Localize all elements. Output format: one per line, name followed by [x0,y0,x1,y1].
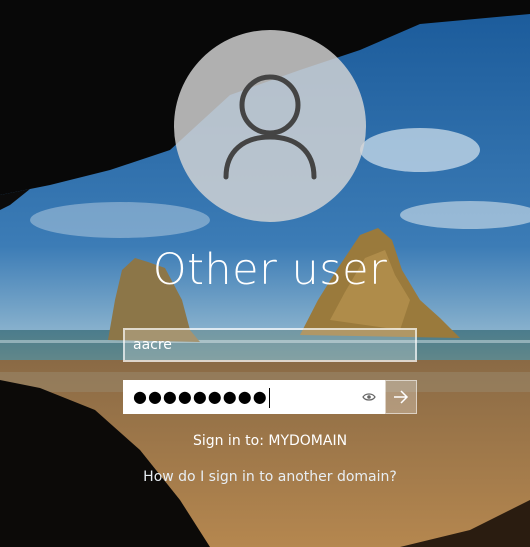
arrow-right-icon [394,390,409,404]
sign-in-domain-label: Sign in to: MYDOMAIN [192,433,348,449]
user-silhouette-icon [223,74,317,180]
lock-screen: Other user ●●●●●●●●● Sign in to: MYDOMAI… [0,0,530,547]
other-domain-help-link[interactable]: How do I sign in to another domain? [0,467,530,487]
submit-button[interactable] [385,380,417,414]
user-display-name: Other user [152,245,388,295]
user-avatar [174,30,366,222]
password-masked-value: ●●●●●●●●● [133,387,270,408]
reveal-password-button[interactable] [361,390,377,404]
password-field[interactable]: ●●●●●●●●● [123,380,385,414]
eye-icon [362,393,376,401]
text-caret [268,387,270,408]
username-field[interactable] [123,328,417,362]
